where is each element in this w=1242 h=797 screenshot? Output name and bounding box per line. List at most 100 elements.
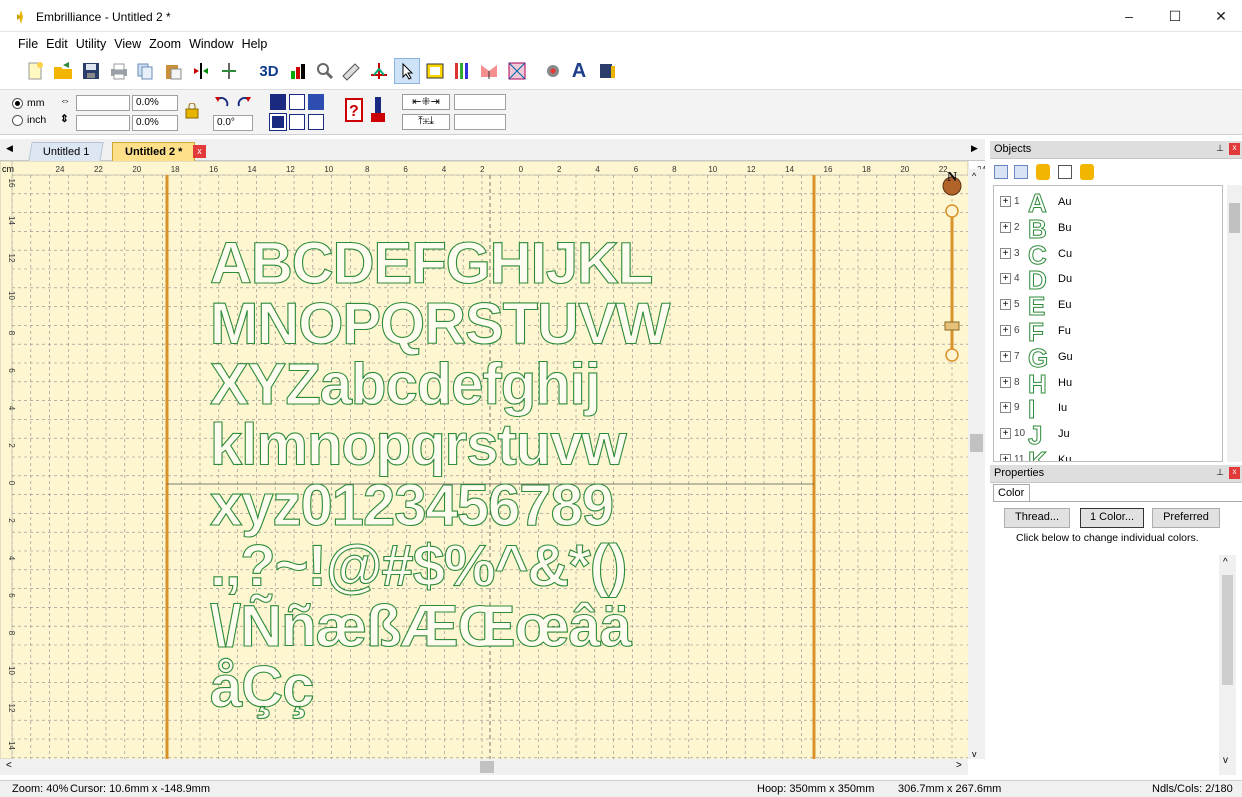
object-row[interactable]: +3 C Cu (994, 239, 1214, 270)
3d-view-icon[interactable]: 3D (254, 58, 284, 84)
thread-icon[interactable] (448, 58, 474, 84)
paste-icon[interactable] (160, 58, 186, 84)
object-row[interactable]: +11 K Ku (994, 446, 1214, 461)
canvas-hscroll-thumb[interactable] (480, 761, 494, 773)
rotation-input[interactable]: 0.0° (213, 115, 253, 131)
thread-button[interactable]: Thread... (1004, 508, 1070, 528)
tab-untitled-1[interactable]: Untitled 1 (28, 142, 105, 161)
properties-scroll-up-icon[interactable]: ^ (1223, 557, 1228, 568)
menu-window[interactable]: Window (185, 37, 237, 51)
group-icon[interactable] (269, 113, 287, 131)
object-row[interactable]: +1 A Au (994, 188, 1214, 219)
object-row[interactable]: +4 D Du (994, 265, 1214, 296)
export-icon[interactable] (594, 58, 620, 84)
align-top-icon[interactable] (270, 94, 286, 110)
canvas-svg[interactable]: cm 24 22 20 18 16 14 12 10 8 6 4 2 0 2 4 6 8 10 12 14 16 18 20 2… (0, 161, 985, 775)
open-icon[interactable] (50, 58, 76, 84)
canvas-horizontal-scrollbar[interactable]: < > (0, 759, 968, 775)
tab-untitled-2[interactable]: Untitled 2 * (112, 142, 196, 161)
stitch-info-icon[interactable] (422, 58, 448, 84)
hide-icon[interactable] (1058, 165, 1072, 179)
unlock-icon[interactable] (1080, 164, 1094, 180)
tab-color[interactable]: Color (993, 484, 1030, 502)
object-row[interactable]: +7 G Gu (994, 342, 1214, 373)
expand-icon[interactable]: + (1000, 299, 1011, 311)
canvas-vertical-scrollbar[interactable]: ^ v (968, 169, 985, 759)
properties-pin-icon[interactable]: ⊥ (1216, 467, 1224, 478)
space-lines-buttons[interactable]: ⤒⁜⤓ (402, 114, 450, 130)
height-percent-input[interactable]: 0.0% (132, 115, 178, 131)
scroll-down-icon[interactable]: v (972, 749, 977, 759)
expand-icon[interactable]: + (1000, 428, 1011, 440)
new-icon[interactable] (22, 58, 48, 84)
one-color-button[interactable]: 1 Color... (1080, 508, 1144, 528)
object-row[interactable]: +10 J Ju (994, 420, 1214, 451)
space-letters-buttons[interactable]: ⇤⁜⇥ (402, 94, 450, 110)
objects-scroll-thumb[interactable] (1229, 203, 1240, 233)
list-icon[interactable] (289, 114, 305, 130)
lock-ratio-icon[interactable] (185, 102, 199, 119)
copy-icon[interactable] (132, 58, 158, 84)
width-input[interactable] (76, 95, 130, 111)
panel-close-icon[interactable]: x (1229, 143, 1240, 155)
lock-icon[interactable] (1036, 164, 1050, 180)
needle-icon[interactable] (368, 95, 388, 125)
properties-close-icon[interactable]: x (1229, 467, 1240, 479)
select-icon[interactable] (394, 58, 420, 84)
tab-scroll-left-icon[interactable]: ◀ (6, 143, 13, 154)
fabric-icon[interactable] (476, 58, 502, 84)
expand-icon[interactable]: + (1000, 273, 1011, 285)
expand-icon[interactable]: + (1000, 454, 1011, 461)
objects-list[interactable]: +1 A Au +2 B Bu +3 C Cu +4 D Du +5 E Eu +6 F Fu +7 G Gu +8 H Hu… (993, 185, 1223, 462)
width-percent-input[interactable]: 0.0% (132, 95, 178, 111)
tab-scroll-right-icon[interactable]: ▶ (971, 143, 978, 154)
hoop-center-icon[interactable] (366, 58, 392, 84)
color-chart-icon[interactable] (286, 58, 312, 84)
expand-icon[interactable]: + (1000, 196, 1011, 207)
letter-spacing-input[interactable] (454, 94, 506, 110)
menu-view[interactable]: View (110, 37, 145, 51)
object-row[interactable]: +2 B Bu (994, 213, 1214, 244)
inch-radio[interactable] (12, 115, 23, 126)
collapse-all-icon[interactable] (1014, 165, 1028, 179)
rotate-left-icon[interactable] (213, 94, 231, 110)
pin-icon[interactable]: ⊥ (1216, 143, 1224, 154)
expand-all-icon[interactable] (994, 165, 1008, 179)
text-icon[interactable]: A (566, 58, 592, 84)
canvas-vscroll-thumb[interactable] (970, 434, 983, 452)
maximize-button[interactable]: ☐ (1152, 0, 1198, 32)
expand-icon[interactable]: + (1000, 221, 1011, 233)
menu-help[interactable]: Help (238, 37, 272, 51)
properties-scrollbar[interactable]: ^ v (1219, 555, 1236, 775)
line-spacing-input[interactable] (454, 114, 506, 130)
zoom-icon[interactable] (312, 58, 338, 84)
merge-icon[interactable] (504, 58, 530, 84)
properties-scroll-down-icon[interactable]: v (1223, 755, 1228, 766)
design-canvas[interactable]: cm 24 22 20 18 16 14 12 10 8 6 4 2 0 2 4 6 8 10 12 14 16 18 20 2… (0, 161, 985, 775)
settings-icon[interactable] (540, 58, 566, 84)
close-button[interactable]: ✕ (1198, 0, 1242, 32)
object-row[interactable]: +9 I Iu (994, 394, 1214, 425)
expand-icon[interactable]: + (1000, 402, 1011, 414)
save-icon[interactable] (78, 58, 104, 84)
properties-scroll-thumb[interactable] (1222, 575, 1233, 685)
rotate-right-icon[interactable] (235, 94, 253, 110)
menu-utility[interactable]: Utility (72, 37, 111, 51)
menu-zoom[interactable]: Zoom (145, 37, 185, 51)
mm-radio[interactable] (12, 98, 23, 109)
ruler-icon[interactable] (338, 58, 364, 84)
objects-scrollbar[interactable] (1227, 185, 1242, 462)
object-row[interactable]: +8 H Hu (994, 368, 1214, 399)
scale-icon[interactable] (308, 114, 324, 130)
expand-icon[interactable]: + (1000, 247, 1011, 259)
expand-icon[interactable]: + (1000, 350, 1011, 362)
print-icon[interactable] (106, 58, 132, 84)
height-input[interactable] (76, 115, 130, 131)
menu-file[interactable]: File (14, 37, 42, 51)
scroll-left-icon[interactable]: < (6, 760, 12, 771)
menu-edit[interactable]: Edit (42, 37, 72, 51)
scroll-up-icon[interactable]: ^ (972, 171, 976, 181)
tab-close-icon[interactable]: x (193, 145, 206, 158)
object-row[interactable]: +5 E Eu (994, 291, 1214, 322)
expand-icon[interactable]: + (1000, 376, 1011, 388)
